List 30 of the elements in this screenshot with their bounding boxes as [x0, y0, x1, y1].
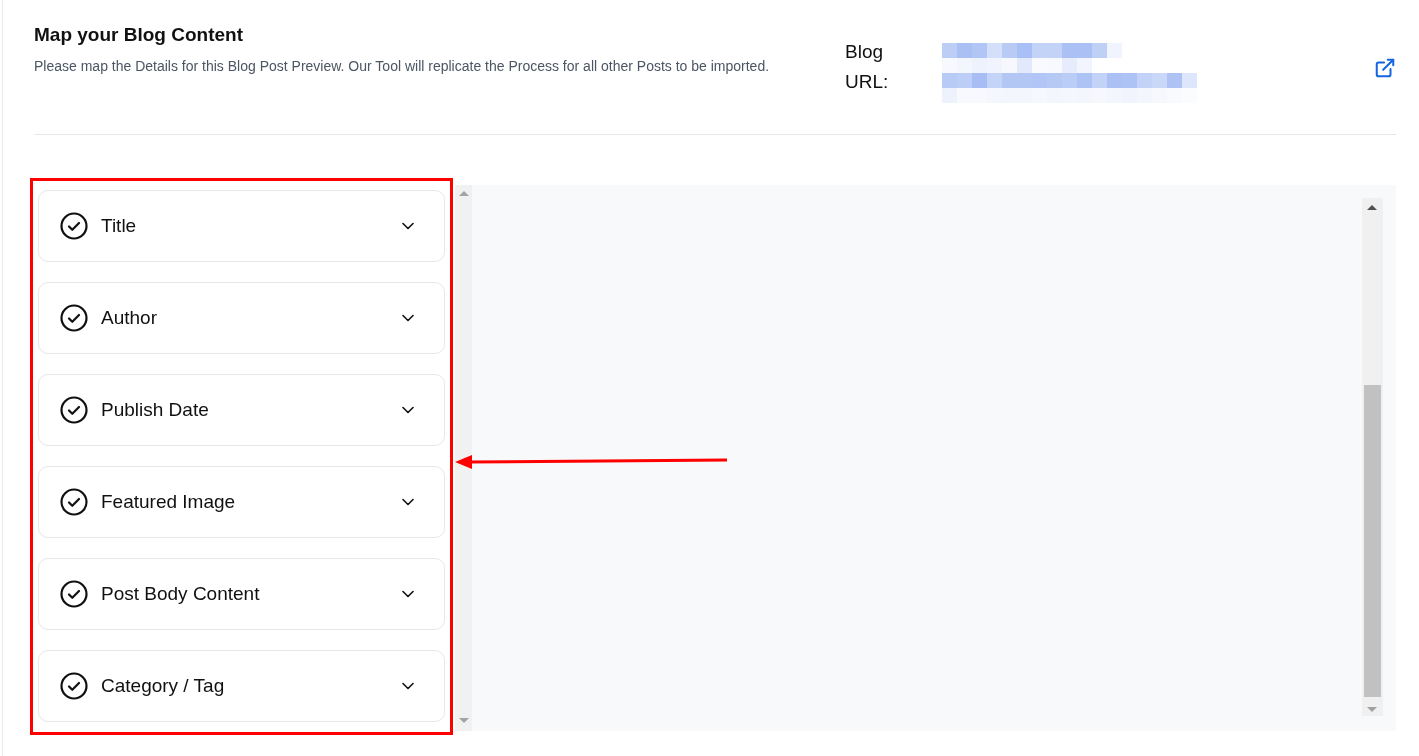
- url-label: Blog URL:: [845, 40, 890, 94]
- check-circle-icon: [60, 212, 88, 240]
- field-label: Title: [101, 215, 138, 237]
- field-label: Featured Image: [101, 491, 237, 513]
- field-label: Post Body Content: [101, 583, 261, 605]
- chevron-down-icon: [402, 590, 414, 598]
- chevron-down-icon: [402, 498, 414, 506]
- page-title: Map your Blog Content: [34, 23, 244, 47]
- field-label: Author: [101, 307, 158, 329]
- field-accordion[interactable]: Publish Date: [38, 374, 445, 446]
- check-circle-icon: [60, 488, 88, 516]
- check-circle-icon: [60, 396, 88, 424]
- field-label: Publish Date: [101, 399, 210, 421]
- field-accordion[interactable]: Post Body Content: [38, 558, 445, 630]
- field-accordion[interactable]: Title: [38, 190, 445, 262]
- external-link-icon[interactable]: [1374, 57, 1396, 79]
- check-circle-icon: [60, 672, 88, 700]
- field-accordion[interactable]: Category / Tag: [38, 650, 445, 722]
- field-accordion[interactable]: Author: [38, 282, 445, 354]
- scrollbar[interactable]: [1362, 198, 1383, 716]
- chevron-down-icon: [402, 314, 414, 322]
- check-circle-icon: [60, 580, 88, 608]
- chevron-down-icon: [402, 222, 414, 230]
- check-circle-icon: [60, 304, 88, 332]
- scrollbar[interactable]: [455, 185, 472, 731]
- field-accordion[interactable]: Featured Image: [38, 466, 445, 538]
- page-description: Please map the Details for this Blog Post Preview. Our Tool will replicate the Process for all other Posts to be imported.: [34, 57, 771, 76]
- field-label: Category / Tag: [101, 675, 226, 697]
- chevron-down-icon: [402, 682, 414, 690]
- chevron-down-icon: [402, 406, 414, 414]
